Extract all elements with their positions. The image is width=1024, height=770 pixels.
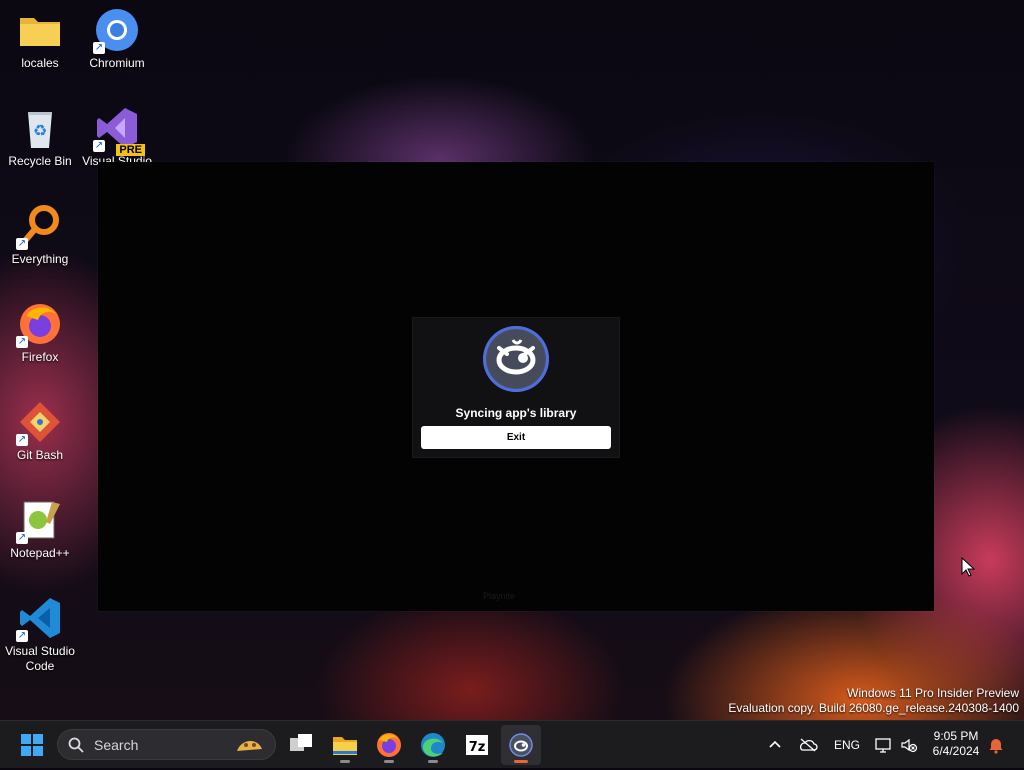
desktop-icon-notepad-plus-plus[interactable]: ↗ Notepad++ [0, 498, 80, 561]
desktop-icon-label: Everything [11, 252, 69, 266]
watermark-line-1: Windows 11 Pro Insider Preview [847, 686, 1019, 700]
dialog-title: Syncing app's library [455, 406, 577, 420]
git-bash-icon: ↗ [16, 400, 62, 446]
task-view-icon [290, 734, 312, 751]
vscode-icon: ↗ [16, 596, 62, 642]
svg-text:7z: 7z [469, 740, 486, 755]
network-icon[interactable] [874, 736, 892, 754]
chromium-icon: ↗ [93, 8, 139, 54]
notification-bell-icon[interactable] [988, 736, 1004, 754]
chevron-up-icon[interactable] [768, 738, 782, 752]
shortcut-arrow-icon: ↗ [16, 630, 28, 642]
shortcut-arrow-icon: ↗ [93, 140, 105, 152]
clock-date: 6/4/2024 [932, 744, 980, 758]
clock[interactable]: 9:05 PM 6/4/2024 [930, 729, 982, 759]
desktop-icon-label: locales [21, 56, 59, 70]
desktop-icon-label: Firefox [21, 350, 59, 364]
taskbar-7zip[interactable]: 7z [457, 725, 497, 765]
taskbar-edge[interactable] [413, 725, 453, 765]
folder-icon [18, 8, 62, 52]
edge-icon [421, 733, 445, 757]
desktop-icon-chromium[interactable]: ↗ Chromium [77, 8, 157, 71]
faint-app-label: Playnite [483, 591, 516, 601]
volume-muted-icon[interactable] [900, 736, 918, 754]
desktop-icon-locales[interactable]: locales [0, 8, 80, 71]
watermark-line-2: Evaluation copy. Build 26080.ge_release.… [728, 701, 1019, 715]
shortcut-arrow-icon: ↗ [16, 532, 28, 544]
exit-button[interactable]: Exit [421, 426, 611, 449]
desktop-icon-label: Chromium [89, 56, 145, 70]
desktop-icon-git-bash[interactable]: ↗ Git Bash [0, 400, 80, 463]
playnite-icon [509, 733, 533, 757]
windows-logo-icon [21, 734, 43, 756]
firefox-icon: ↗ [16, 302, 62, 348]
language-indicator[interactable]: ENG [834, 738, 860, 752]
preview-badge: PRE [116, 144, 145, 156]
desktop-icon-label: Notepad++ [10, 546, 70, 560]
start-button[interactable] [12, 725, 52, 765]
7zip-icon: 7z [466, 735, 488, 755]
running-indicator [340, 760, 350, 763]
desktop-icon-everything[interactable]: ↗ Everything [0, 204, 80, 267]
task-view-button[interactable] [281, 725, 321, 765]
taskbar-file-explorer[interactable] [325, 725, 365, 765]
clock-time: 9:05 PM [933, 729, 979, 743]
sync-dialog: Syncing app's library Exit [412, 317, 620, 458]
svg-text:♻: ♻ [33, 121, 47, 140]
taskbar-firefox[interactable] [369, 725, 409, 765]
search-placeholder: Search [94, 737, 139, 753]
search-highlight-icon [237, 740, 262, 751]
notepad-plus-plus-icon: ↗ [16, 498, 62, 544]
file-explorer-icon [333, 737, 357, 755]
firefox-icon [377, 733, 401, 757]
visual-studio-icon: ↗ PRE [93, 106, 145, 156]
running-indicator [384, 760, 394, 763]
search-icon [68, 737, 84, 753]
mouse-pointer-icon [961, 556, 976, 582]
shortcut-arrow-icon: ↗ [16, 434, 28, 446]
running-indicator [514, 760, 528, 763]
taskbar: Search 7z ENG 9:05 PM 6/4/2024 [0, 720, 1024, 768]
running-indicator [428, 760, 438, 763]
taskbar-playnite[interactable] [501, 725, 541, 765]
shortcut-arrow-icon: ↗ [16, 238, 28, 250]
desktop-icon-label: Git Bash [16, 448, 64, 462]
desktop-icon-vscode[interactable]: ↗ Visual Studio Code [0, 596, 80, 674]
windows-watermark: Windows 11 Pro Insider Preview Evaluatio… [728, 686, 1019, 716]
playnite-logo-icon [483, 326, 549, 392]
taskbar-search-box[interactable]: Search [57, 729, 276, 760]
desktop-icon-recycle-bin[interactable]: ♻ Recycle Bin [0, 106, 80, 169]
recycle-bin-icon: ♻ [18, 106, 62, 150]
desktop-icon-firefox[interactable]: ↗ Firefox [0, 302, 80, 365]
everything-search-icon: ↗ [16, 204, 62, 250]
shortcut-arrow-icon: ↗ [16, 336, 28, 348]
desktop-icon-label: Recycle Bin [8, 154, 72, 168]
shortcut-arrow-icon: ↗ [93, 42, 105, 54]
desktop-icon-label: Visual Studio Code [5, 644, 75, 673]
onedrive-offline-icon[interactable] [798, 737, 818, 753]
